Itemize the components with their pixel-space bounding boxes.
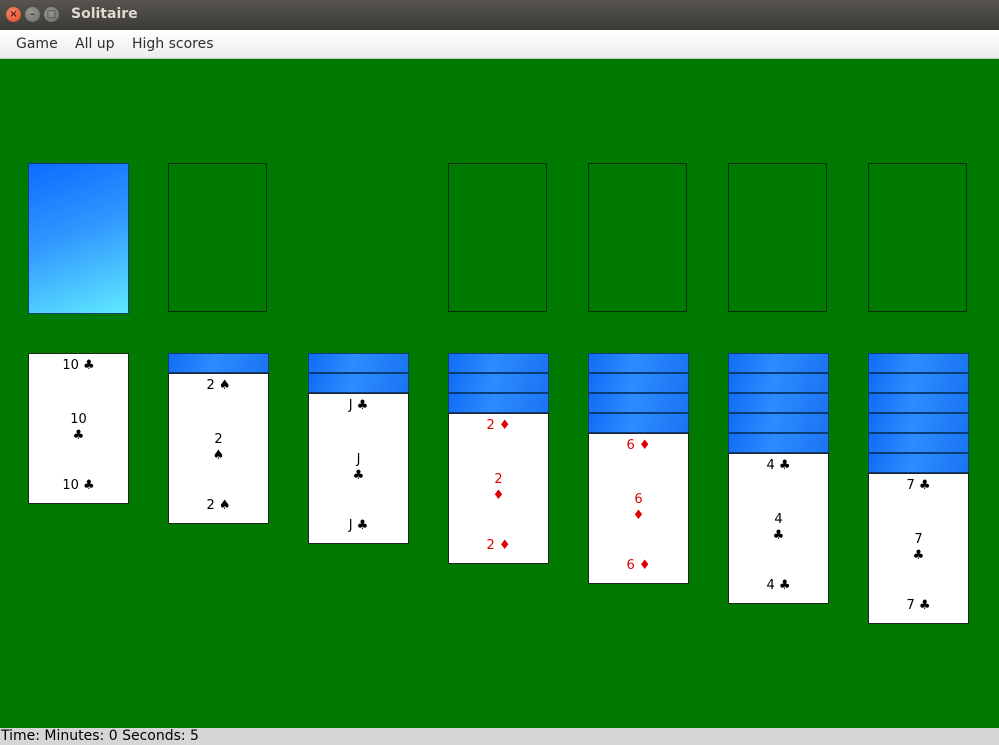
card-center-label: 4 ♣ (772, 512, 785, 543)
foundation-3[interactable] (728, 163, 827, 312)
tableau-card-1[interactable]: 10 ♣ 10 ♣ 10 ♣ (28, 353, 129, 504)
title-bar: × – □ Solitaire (0, 0, 999, 31)
foundation-2[interactable] (588, 163, 687, 312)
tableau-card-4[interactable]: 2 ♦ 2 ♦ 2 ♦ (448, 413, 549, 564)
face-down-card (868, 453, 969, 473)
card-rank-bottom: J ♣ (348, 518, 369, 533)
card-rank-bottom: 4 ♣ (766, 578, 791, 593)
tableau-card-2[interactable]: 2 ♠ 2 ♠ 2 ♠ (168, 373, 269, 524)
menu-game[interactable]: Game (16, 36, 58, 52)
face-down-card (868, 393, 969, 413)
tableau-card-5[interactable]: 6 ♦ 6 ♦ 6 ♦ (588, 433, 689, 584)
face-down-card (728, 433, 829, 453)
face-down-card (588, 393, 689, 413)
card-rank-top: 4 ♣ (766, 458, 791, 473)
card-rank-bottom: 2 ♠ (206, 498, 231, 513)
face-down-card (868, 433, 969, 453)
minimize-window-icon[interactable]: – (25, 7, 40, 22)
face-down-card (588, 353, 689, 373)
card-rank-bottom: 10 ♣ (62, 478, 95, 493)
maximize-window-icon[interactable]: □ (44, 7, 59, 22)
face-down-card (168, 353, 269, 373)
face-down-card (588, 413, 689, 433)
foundation-1[interactable] (448, 163, 547, 312)
face-down-card (308, 373, 409, 393)
card-center-label: 7 ♣ (912, 532, 925, 563)
menu-high-scores[interactable]: High scores (132, 36, 214, 52)
menu-all-up[interactable]: All up (75, 36, 115, 52)
face-down-card (728, 413, 829, 433)
face-down-card (728, 353, 829, 373)
card-rank-top: 10 ♣ (62, 358, 95, 373)
card-rank-top: 2 ♠ (206, 378, 231, 393)
card-center-label: 10 ♣ (70, 412, 87, 443)
face-down-card (448, 353, 549, 373)
card-rank-top: 6 ♦ (626, 438, 651, 453)
face-down-card (588, 373, 689, 393)
tableau-card-6[interactable]: 4 ♣ 4 ♣ 4 ♣ (728, 453, 829, 604)
face-down-card (448, 393, 549, 413)
tableau-card-7[interactable]: 7 ♣ 7 ♣ 7 ♣ (868, 473, 969, 624)
card-rank-bottom: 6 ♦ (626, 558, 651, 573)
game-table: 10 ♣ 10 ♣ 10 ♣ 2 ♠ 2 ♠ 2 ♠ J ♣ J ♣ J ♣ 2 ♦ 2 ♦ 2 ♦ 6 ♦ 6 ♦… (0, 59, 999, 728)
close-window-icon[interactable]: × (6, 7, 21, 22)
card-rank-top: 2 ♦ (486, 418, 511, 433)
face-down-card (308, 353, 409, 373)
card-center-label: 2 ♠ (212, 432, 225, 463)
face-down-card (868, 373, 969, 393)
waste-pile[interactable] (168, 163, 267, 312)
window-title: Solitaire (71, 6, 138, 22)
card-center-label: 6 ♦ (632, 492, 645, 523)
menu-bar: Game All up High scores (0, 30, 999, 59)
card-rank-top: 7 ♣ (906, 478, 931, 493)
card-center-label: J ♣ (352, 452, 365, 483)
card-center-label: 2 ♦ (492, 472, 505, 503)
face-down-card (448, 373, 549, 393)
foundation-4[interactable] (868, 163, 967, 312)
card-rank-top: J ♣ (348, 398, 369, 413)
face-down-card (728, 393, 829, 413)
face-down-card (728, 373, 829, 393)
face-down-card (868, 353, 969, 373)
tableau-card-3[interactable]: J ♣ J ♣ J ♣ (308, 393, 409, 544)
status-bar: Time: Minutes: 0 Seconds: 5 (0, 728, 999, 745)
card-rank-bottom: 2 ♦ (486, 538, 511, 553)
stock-pile[interactable] (28, 163, 129, 314)
card-rank-bottom: 7 ♣ (906, 598, 931, 613)
face-down-card (868, 413, 969, 433)
